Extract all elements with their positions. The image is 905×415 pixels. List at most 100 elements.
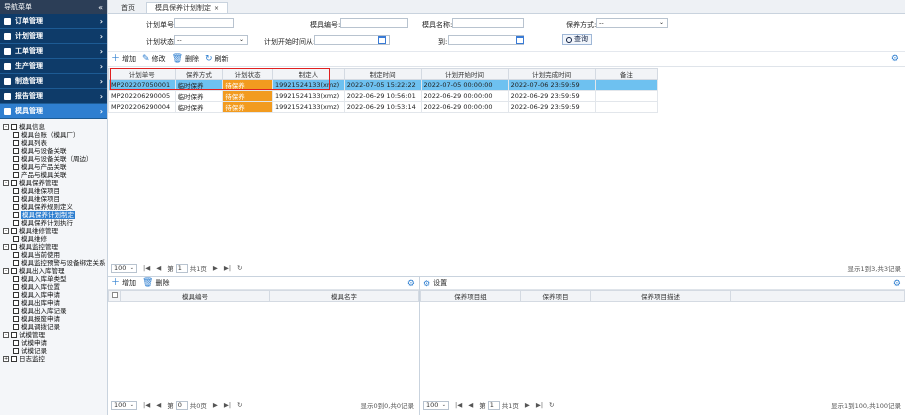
tree-item[interactable]: 试模申请 [3, 339, 107, 347]
column-header[interactable]: 制定时间 [343, 68, 422, 80]
tree-item[interactable]: 模具维修 [3, 235, 107, 243]
mold-name-input[interactable] [452, 18, 524, 28]
toggle-icon[interactable]: - [3, 124, 9, 130]
column-header[interactable]: 保养方式 [174, 68, 224, 80]
page-size-select[interactable]: 100 ⌄ [423, 400, 449, 410]
table-row[interactable]: MP202206290005 临时保养 待保养 19921524133(xmz) 202… [108, 90, 659, 102]
tree-item[interactable]: 模具保养规则定义 [3, 203, 107, 211]
menu-item[interactable]: 制造管理 › [0, 74, 107, 89]
next-page-icon[interactable]: ▶ [213, 401, 218, 409]
gear-icon[interactable]: ⚙ [891, 54, 899, 64]
tab-home[interactable]: 首页 [112, 2, 144, 13]
select-all-column[interactable] [108, 290, 121, 302]
prev-page-icon[interactable]: ◀ [156, 401, 161, 409]
tab-maintenance-plan[interactable]: 模具保养计划制定 × [146, 2, 229, 13]
toggle-icon[interactable]: - [3, 268, 9, 274]
menu-item[interactable]: 生产管理 › [0, 59, 107, 74]
tree-folder[interactable]: - 试模管理 [3, 331, 107, 339]
page-input[interactable]: 1 [487, 400, 500, 410]
reload-icon[interactable]: ↻ [237, 401, 242, 409]
tree-item[interactable]: 模具出库申请 [3, 299, 107, 307]
tree-item[interactable]: 模具保养计划制定 [3, 211, 107, 219]
refresh-button[interactable]: ↻ 刷新 [205, 54, 229, 64]
tree-item[interactable]: 模具报废申请 [3, 315, 107, 323]
checkbox-icon[interactable] [111, 292, 118, 298]
tree-item[interactable]: 模具入库位置 [3, 283, 107, 291]
menu-item[interactable]: 报告管理 › [0, 89, 107, 104]
tree-item[interactable]: 模具与产品关联 [3, 163, 107, 171]
tree-folder[interactable]: - 模具监控管理 [3, 243, 107, 251]
tree-item[interactable]: 试模记录 [3, 347, 107, 355]
maint-method-select[interactable]: -- ⌄ [596, 18, 668, 28]
next-page-icon[interactable]: ▶ [525, 401, 530, 409]
first-page-icon[interactable]: |◀ [143, 401, 150, 409]
tree-item[interactable]: 模具当前使用 [3, 251, 107, 259]
toggle-icon[interactable]: - [3, 180, 9, 186]
plan-end-input[interactable] [448, 35, 524, 45]
first-page-icon[interactable]: |◀ [143, 264, 150, 272]
toggle-icon[interactable]: - [3, 228, 9, 234]
calendar-icon[interactable] [378, 36, 386, 44]
page-input[interactable]: 1 [175, 263, 188, 273]
tree-item[interactable]: 模具出入库记录 [3, 307, 107, 315]
gear-icon[interactable]: ⚙ [407, 279, 415, 289]
next-page-icon[interactable]: ▶ [213, 264, 218, 272]
first-page-icon[interactable]: |◀ [455, 401, 462, 409]
page-size-select[interactable]: 100 ⌄ [111, 263, 137, 273]
close-icon[interactable]: × [214, 5, 219, 12]
column-header[interactable]: 计划单号 [108, 68, 176, 80]
tree-folder[interactable]: - 模具维修管理 [3, 227, 107, 235]
last-page-icon[interactable]: ▶| [224, 401, 231, 409]
gear-icon[interactable]: ⚙ [893, 279, 901, 289]
last-page-icon[interactable]: ▶| [536, 401, 543, 409]
plan-status-select[interactable]: -- ⌄ [174, 35, 248, 45]
edit-button[interactable]: ✎ 修改 [142, 54, 166, 64]
tree-item[interactable]: 产品与模具关联 [3, 171, 107, 179]
calendar-icon[interactable] [516, 36, 524, 44]
tree-item[interactable]: 模具入库申请 [3, 291, 107, 299]
tree-folder[interactable]: + 日志监控 [3, 355, 107, 363]
tree-folder[interactable]: - 模具保养管理 [3, 179, 107, 187]
tree-folder[interactable]: - 模具信息 [3, 123, 107, 131]
column-header[interactable]: 计划完成时间 [507, 68, 596, 80]
column-header[interactable]: 计划开始时间 [420, 68, 509, 80]
toggle-icon[interactable]: - [3, 332, 9, 338]
page-input[interactable]: 0 [175, 400, 188, 410]
add-mold-button[interactable]: ＋增加 [111, 278, 136, 288]
toggle-icon[interactable]: + [3, 356, 9, 362]
menu-item[interactable]: 工单管理 › [0, 44, 107, 59]
menu-item[interactable]: 模具管理 › [0, 104, 107, 119]
tree-folder[interactable]: - 模具出入库管理 [3, 267, 107, 275]
delete-button[interactable]: 🗑 删除 [172, 54, 199, 64]
tree-item[interactable]: 模具台账（模具厂） [3, 131, 107, 139]
tree-item[interactable]: 模具维保项目 [3, 195, 107, 203]
toggle-icon[interactable]: - [3, 244, 9, 250]
plan-no-input[interactable] [174, 18, 234, 28]
tree-item[interactable]: 模具保养计划执行 [3, 219, 107, 227]
reload-icon[interactable]: ↻ [549, 401, 554, 409]
delete-mold-button[interactable]: 🗑 删除 [142, 278, 169, 288]
tree-item[interactable]: 模具调拨记录 [3, 323, 107, 331]
menu-item[interactable]: 订单管理 › [0, 14, 107, 29]
menu-item[interactable]: 计划管理 › [0, 29, 107, 44]
add-button[interactable]: ＋增加 [111, 54, 136, 64]
last-page-icon[interactable]: ▶| [224, 264, 231, 272]
query-button[interactable]: 查询 [562, 34, 592, 45]
prev-page-icon[interactable]: ◀ [156, 264, 161, 272]
tree-item[interactable]: 模具与设备关联 [3, 147, 107, 155]
column-header[interactable]: 备注 [594, 68, 659, 80]
table-row[interactable]: MP202206290004 临时保养 待保养 19921524133(xmz) 202… [108, 101, 659, 113]
page-size-select[interactable]: 100 ⌄ [111, 400, 137, 410]
tree-item[interactable]: 模具与设备关联（周边） [3, 155, 107, 163]
table-row[interactable]: MP202207050001 临时保养 待保养 19921524133(xmz) 202… [108, 79, 659, 91]
prev-page-icon[interactable]: ◀ [468, 401, 473, 409]
tree-item[interactable]: 模具入库单类型 [3, 275, 107, 283]
tree-item[interactable]: 模具列表 [3, 139, 107, 147]
mold-no-input[interactable] [340, 18, 408, 28]
column-header[interactable]: 制定人 [272, 68, 345, 80]
tree-item[interactable]: 模具监控预警与设备绑定关系 [3, 259, 107, 267]
collapse-icon[interactable]: « [98, 3, 103, 12]
reload-icon[interactable]: ↻ [237, 264, 242, 272]
column-header[interactable]: 计划状态 [222, 68, 273, 80]
tree-item[interactable]: 模具维保项目 [3, 187, 107, 195]
